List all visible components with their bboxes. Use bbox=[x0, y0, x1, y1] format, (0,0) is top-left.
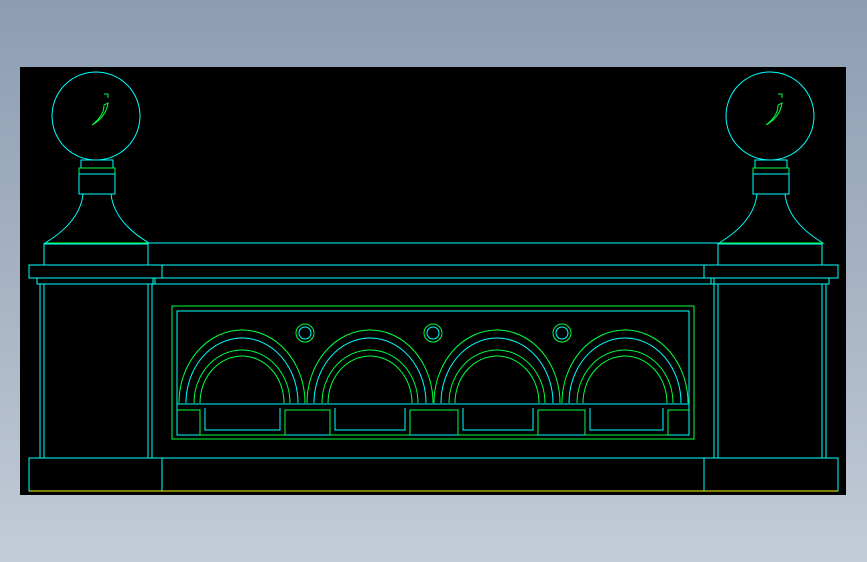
cornice-under-band bbox=[152, 277, 715, 285]
arch-2-outer bbox=[306, 329, 434, 404]
medallion-3 bbox=[552, 323, 572, 343]
right-finial-crescent-icon bbox=[765, 102, 783, 126]
left-finial-band bbox=[78, 173, 116, 195]
left-cap-under-band bbox=[36, 277, 156, 285]
panel-inner-frame bbox=[176, 310, 690, 436]
right-pier-base bbox=[703, 457, 839, 492]
arch-3-mid bbox=[440, 337, 554, 404]
medallion-2-inner bbox=[426, 326, 440, 340]
panel-stepped-base-inner bbox=[204, 408, 664, 431]
medallion-2 bbox=[423, 323, 443, 343]
left-finial-bell bbox=[43, 193, 151, 244]
left-finial-crescent-icon bbox=[91, 102, 109, 126]
cad-drawing bbox=[28, 71, 839, 492]
right-finial-band bbox=[752, 173, 790, 195]
medallion-1 bbox=[295, 323, 315, 343]
arch-4 bbox=[561, 329, 689, 404]
panel-stepped-base bbox=[177, 409, 689, 436]
right-finial-plinth bbox=[717, 243, 823, 266]
left-finial-neck bbox=[78, 167, 116, 175]
arch-1-mid bbox=[185, 337, 299, 404]
arch-4-inner bbox=[576, 349, 674, 404]
left-pier-base bbox=[28, 457, 163, 492]
arch-1 bbox=[178, 329, 306, 404]
left-finial-tick-icon bbox=[104, 93, 109, 98]
medallion-1-inner bbox=[298, 326, 312, 340]
right-pier-shaft bbox=[713, 283, 827, 459]
right-finial-bell bbox=[717, 193, 825, 244]
arch-3-inner bbox=[448, 349, 546, 404]
cornice bbox=[28, 264, 839, 279]
panel-outer-frame bbox=[171, 305, 695, 440]
right-finial bbox=[717, 71, 825, 266]
arch-3-outer bbox=[433, 329, 561, 404]
left-finial bbox=[43, 71, 151, 266]
arch-2-innermost bbox=[327, 355, 413, 404]
arch-3 bbox=[433, 329, 561, 404]
left-pier-shaft bbox=[39, 283, 153, 459]
right-pier bbox=[703, 283, 839, 492]
arch-2-inner bbox=[321, 349, 419, 404]
left-finial-plinth bbox=[43, 243, 149, 266]
arch-4-innermost bbox=[582, 355, 668, 404]
left-finial-ball bbox=[51, 71, 141, 161]
right-finial-ball bbox=[725, 71, 815, 161]
arch-1-innermost bbox=[199, 355, 285, 404]
left-pier bbox=[28, 283, 163, 492]
left-finial-collar bbox=[80, 159, 114, 169]
right-finial-neck bbox=[752, 167, 790, 175]
arch-3-innermost bbox=[454, 355, 540, 404]
medallion-3-inner bbox=[555, 326, 569, 340]
arch-2-mid bbox=[313, 337, 427, 404]
arch-2 bbox=[306, 329, 434, 404]
base-rail bbox=[29, 457, 838, 492]
arch-1-outer bbox=[178, 329, 306, 404]
arch-1-inner bbox=[193, 349, 291, 404]
arch-panel bbox=[171, 305, 695, 440]
base-plinth bbox=[161, 457, 705, 492]
top-rail bbox=[28, 242, 839, 285]
right-finial-tick-icon bbox=[778, 93, 783, 98]
right-cap-under-band bbox=[710, 277, 830, 285]
arch-4-outer bbox=[561, 329, 689, 404]
arch-4-mid bbox=[568, 337, 682, 404]
right-finial-collar bbox=[754, 159, 788, 169]
